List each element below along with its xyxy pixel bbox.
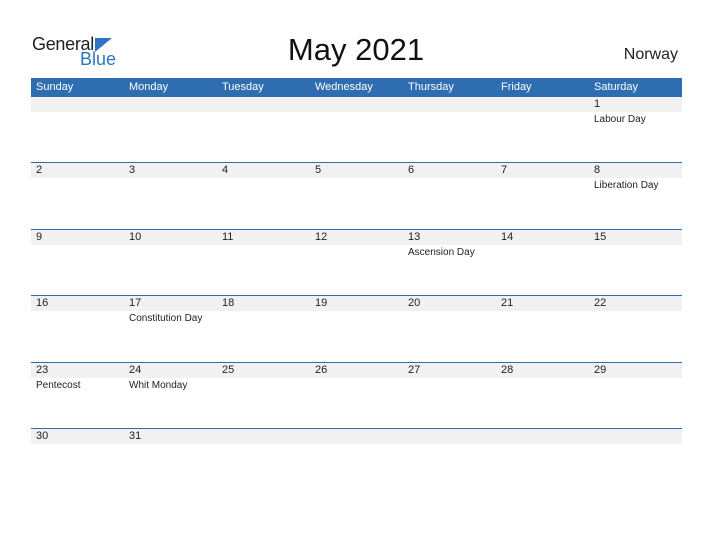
- day-cell: 7: [496, 163, 589, 229]
- day-cell: 27: [403, 363, 496, 429]
- day-number: 18: [222, 297, 235, 309]
- day-number: 29: [594, 364, 607, 376]
- weekday-thursday: Thursday: [408, 81, 454, 93]
- day-cell: 17 Constitution Day: [124, 296, 217, 362]
- day-number: 28: [501, 364, 514, 376]
- day-number: 10: [129, 231, 142, 243]
- weekday-tuesday: Tuesday: [222, 81, 264, 93]
- day-number: 7: [501, 164, 508, 176]
- day-number: 20: [408, 297, 421, 309]
- day-cell: 26: [310, 363, 403, 429]
- day-number: 4: [222, 164, 229, 176]
- day-number: 16: [36, 297, 49, 309]
- day-number: 26: [315, 364, 328, 376]
- week-row: 1 Labour Day: [31, 97, 682, 163]
- day-number: 17: [129, 297, 142, 309]
- day-cell: 4: [217, 163, 310, 229]
- day-number: 25: [222, 364, 235, 376]
- day-cell: [124, 97, 217, 163]
- holiday-label: Liberation Day: [594, 180, 659, 191]
- day-cell: [217, 97, 310, 163]
- day-cell: [403, 97, 496, 163]
- day-cell: [589, 429, 682, 495]
- holiday-label: Labour Day: [594, 114, 646, 125]
- day-cell: [217, 429, 310, 495]
- day-cell: 1 Labour Day: [589, 97, 682, 163]
- day-number: 12: [315, 231, 328, 243]
- day-number: 3: [129, 164, 136, 176]
- day-cell: 15: [589, 230, 682, 296]
- day-cell: 11: [217, 230, 310, 296]
- day-cell: 25: [217, 363, 310, 429]
- day-number: 1: [594, 98, 601, 110]
- day-cell: 20: [403, 296, 496, 362]
- day-number: 13: [408, 231, 421, 243]
- day-cell: 10: [124, 230, 217, 296]
- day-number: 5: [315, 164, 322, 176]
- holiday-label: Ascension Day: [408, 247, 475, 258]
- calendar-title: May 2021: [287, 32, 425, 67]
- day-cell: 12: [310, 230, 403, 296]
- day-number: 31: [129, 430, 142, 442]
- day-number: 11: [222, 231, 234, 243]
- day-cell: 30: [31, 429, 124, 495]
- day-cell: 21: [496, 296, 589, 362]
- day-number: 30: [36, 430, 49, 442]
- day-cell: 29: [589, 363, 682, 429]
- day-cell: 24 Whit Monday: [124, 363, 217, 429]
- day-cell: 28: [496, 363, 589, 429]
- day-cell: 13 Ascension Day: [403, 230, 496, 296]
- holiday-label: Constitution Day: [129, 313, 203, 324]
- weekday-sunday: Sunday: [36, 81, 74, 93]
- day-cell: 16: [31, 296, 124, 362]
- weekday-wednesday: Wednesday: [315, 81, 373, 93]
- day-cell: [496, 97, 589, 163]
- day-cell: 5: [310, 163, 403, 229]
- day-cell: 8 Liberation Day: [589, 163, 682, 229]
- calendar-grid: Sunday Monday Tuesday Wednesday Thursday…: [31, 78, 682, 444]
- day-number: 21: [501, 297, 514, 309]
- weekday-monday: Monday: [129, 81, 169, 93]
- holiday-label: Whit Monday: [129, 380, 188, 391]
- day-cell: 6: [403, 163, 496, 229]
- day-cell: 14: [496, 230, 589, 296]
- day-number: 14: [501, 231, 514, 243]
- day-number: 24: [129, 364, 142, 376]
- weekday-header: Sunday Monday Tuesday Wednesday Thursday…: [31, 78, 682, 97]
- day-number: 6: [408, 164, 415, 176]
- day-cell: 18: [217, 296, 310, 362]
- day-cell: 23 Pentecost: [31, 363, 124, 429]
- day-cell: 19: [310, 296, 403, 362]
- day-cell: [496, 429, 589, 495]
- day-cell: 31: [124, 429, 217, 495]
- weekday-saturday: Saturday: [594, 81, 639, 93]
- day-cell: [310, 429, 403, 495]
- week-row: 9 10 11 12 13 Ascension Day 14 15: [31, 229, 682, 296]
- day-number: 23: [36, 364, 49, 376]
- day-number: 15: [594, 231, 607, 243]
- day-cell: [403, 429, 496, 495]
- day-cell: [31, 97, 124, 163]
- day-cell: [310, 97, 403, 163]
- day-cell: 22: [589, 296, 682, 362]
- week-row: 2 3 4 5 6 7 8 Liberation Day: [31, 162, 682, 229]
- day-number: 19: [315, 297, 328, 309]
- day-number: 8: [594, 164, 601, 176]
- day-number: 2: [36, 164, 43, 176]
- week-row: 30 31: [31, 428, 682, 495]
- holiday-label: Pentecost: [36, 380, 81, 391]
- day-number: 27: [408, 364, 421, 376]
- day-number: 22: [594, 297, 607, 309]
- week-row: 16 17 Constitution Day 18 19 20 21 22: [31, 295, 682, 362]
- day-cell: 9: [31, 230, 124, 296]
- country-label: Norway: [623, 46, 678, 63]
- day-cell: 2: [31, 163, 124, 229]
- week-row: 23 Pentecost 24 Whit Monday 25 26 27 28 29: [31, 362, 682, 429]
- day-cell: 3: [124, 163, 217, 229]
- weekday-friday: Friday: [501, 81, 532, 93]
- day-number: 9: [36, 231, 43, 243]
